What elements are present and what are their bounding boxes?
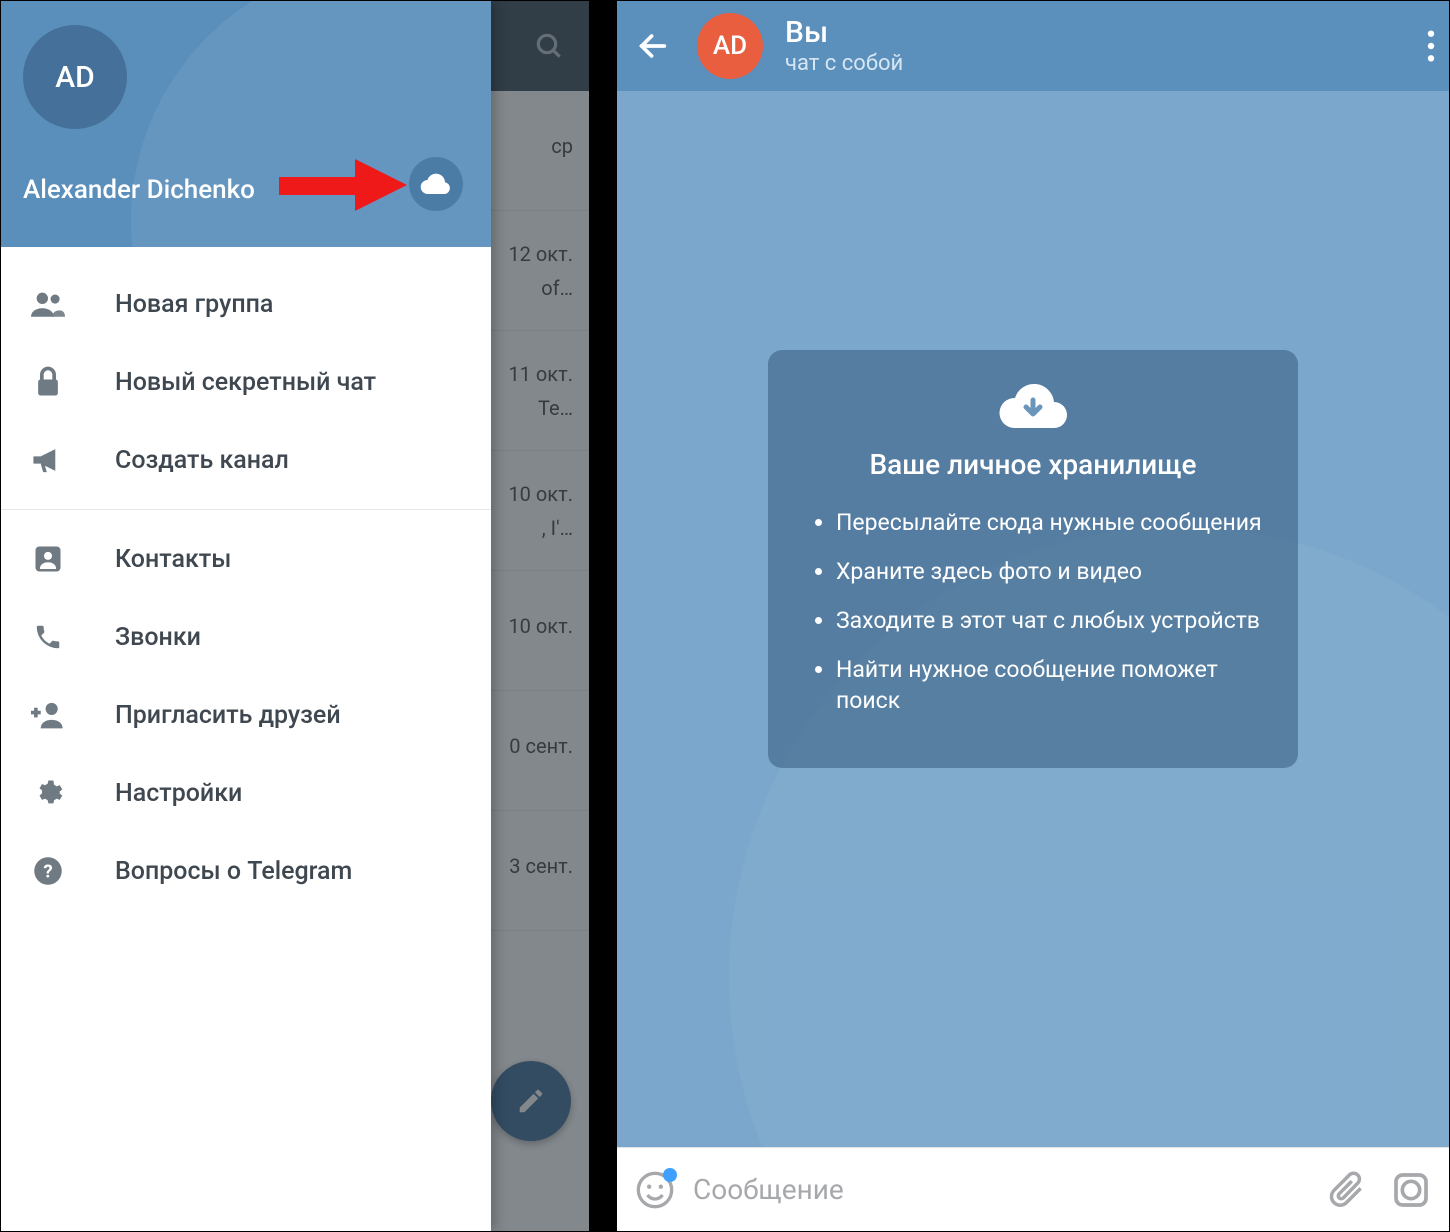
list-item: Заходите в этот чат с любых устройств [836, 605, 1268, 636]
menu-new-group[interactable]: Новая группа [1, 265, 491, 343]
menu-faq[interactable]: ? Вопросы о Telegram [1, 832, 491, 910]
cloud-icon [420, 173, 452, 195]
menu-divider [1, 509, 491, 510]
drawer-menu: Новая группа Новый секретный чат Создать… [1, 247, 491, 1231]
menu-item-label: Новый секретный чат [115, 368, 376, 397]
menu-item-label: Звонки [115, 623, 201, 652]
chat-title: Вы [785, 16, 903, 49]
menu-item-label: Новая группа [115, 290, 273, 319]
avatar-initials: AD [713, 31, 747, 61]
chat-menu-button[interactable] [1427, 30, 1435, 62]
storage-title: Ваше личное хранилище [798, 448, 1268, 481]
storage-tips-list: Пересылайте сюда нужные сообщения Хранит… [798, 507, 1268, 716]
arrow-right-icon [279, 155, 409, 215]
message-input[interactable]: Сообщение [693, 1173, 1311, 1206]
gear-icon [33, 778, 63, 808]
menu-item-label: Контакты [115, 545, 231, 574]
storage-info-card: Ваше личное хранилище Пересылайте сюда н… [768, 350, 1298, 768]
drawer-header: AD Alexander Dichenko [1, 1, 491, 247]
lock-icon [35, 366, 61, 398]
annotation-arrow [279, 155, 409, 215]
list-item: Найти нужное сообщение поможет поиск [836, 654, 1268, 716]
phone-icon [33, 622, 63, 652]
person-add-icon [31, 701, 65, 729]
list-item: Храните здесь фото и видео [836, 556, 1268, 587]
help-icon: ? [33, 856, 63, 886]
menu-item-label: Пригласить друзей [115, 701, 341, 730]
menu-new-secret-chat[interactable]: Новый секретный чат [1, 343, 491, 421]
mic-button[interactable] [1391, 1170, 1431, 1210]
menu-contacts[interactable]: Контакты [1, 520, 491, 598]
group-icon [31, 291, 65, 317]
arrow-left-icon [636, 29, 670, 63]
emoji-button[interactable] [635, 1170, 675, 1210]
dimmed-chat-list: ср 12 окт.of… 11 окт.Te… 10 окт., I'… 10… [489, 1, 589, 1231]
cloud-download-icon [996, 380, 1070, 432]
attach-button[interactable] [1329, 1169, 1367, 1211]
menu-settings[interactable]: Настройки [1, 754, 491, 832]
panel-divider [590, 0, 616, 1232]
avatar[interactable]: AD [23, 25, 127, 129]
menu-calls[interactable]: Звонки [1, 598, 491, 676]
menu-invite[interactable]: Пригласить друзей [1, 676, 491, 754]
chat-header: AD Вы чат с собой [617, 1, 1449, 91]
menu-item-label: Вопросы о Telegram [115, 857, 352, 886]
back-button[interactable] [631, 29, 675, 63]
drawer-panel: ср 12 окт.of… 11 окт.Te… 10 окт., I'… 10… [0, 0, 590, 1232]
svg-text:?: ? [43, 860, 52, 882]
chat-avatar[interactable]: AD [697, 13, 763, 79]
menu-item-label: Настройки [115, 779, 242, 808]
message-composer: Сообщение [617, 1147, 1449, 1231]
saved-messages-chat: AD Вы чат с собой Ваше личное хранилище … [616, 0, 1450, 1232]
notification-dot [663, 1168, 677, 1182]
avatar-initials: AD [55, 60, 94, 95]
chat-title-block[interactable]: Вы чат с собой [785, 16, 903, 76]
paperclip-icon [1329, 1169, 1367, 1211]
camera-icon [1391, 1170, 1431, 1210]
chat-subtitle: чат с собой [785, 51, 903, 76]
chat-body: Ваше личное хранилище Пересылайте сюда н… [617, 91, 1449, 1147]
menu-new-channel[interactable]: Создать канал [1, 421, 491, 499]
menu-item-label: Создать канал [115, 446, 289, 475]
megaphone-icon [31, 446, 65, 474]
saved-messages-cloud-button[interactable] [409, 157, 463, 211]
list-item: Пересылайте сюда нужные сообщения [836, 507, 1268, 538]
more-vertical-icon [1427, 30, 1435, 62]
contact-icon [33, 544, 63, 574]
